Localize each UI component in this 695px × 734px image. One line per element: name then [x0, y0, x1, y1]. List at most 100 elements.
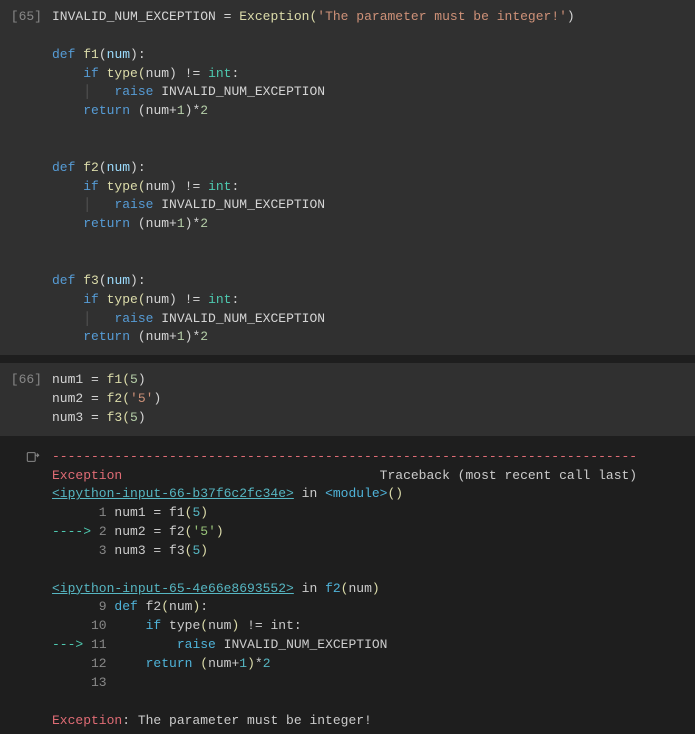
token [52, 311, 83, 326]
token: num [107, 273, 130, 288]
token: num [107, 47, 130, 62]
token [107, 618, 146, 633]
token: <module> [325, 486, 387, 501]
token: raise [114, 197, 161, 212]
token: Exception [52, 468, 122, 483]
token: ) [169, 292, 185, 307]
token: ---> [52, 637, 91, 652]
token [52, 66, 83, 81]
token: ( [200, 618, 208, 633]
token: ): [130, 273, 146, 288]
token: num [146, 216, 169, 231]
output-area: ----------------------------------------… [52, 448, 695, 731]
token: ( [99, 47, 107, 62]
token: num [146, 179, 169, 194]
token [107, 656, 146, 671]
token: : [231, 292, 239, 307]
token: ): [130, 47, 146, 62]
token: num [208, 618, 231, 633]
token: != [185, 179, 201, 194]
token: ( [200, 656, 208, 671]
token [52, 197, 83, 212]
cell-prompt: [65] [0, 8, 52, 347]
token: f3 [161, 543, 184, 558]
token: 1 [52, 505, 107, 520]
token: ----> [52, 524, 99, 539]
token: raise [177, 637, 216, 652]
token: 1 [239, 656, 247, 671]
token: int [208, 292, 231, 307]
token: ) [169, 179, 185, 194]
output-cell: ----------------------------------------… [0, 444, 695, 734]
token: * [255, 656, 263, 671]
code-cell-66: [66] num1 = f1(5) num2 = f2('5') num3 = … [0, 363, 695, 436]
token: f2 [138, 599, 161, 614]
token: ( [99, 273, 107, 288]
token: f1 [83, 47, 99, 62]
code-area[interactable]: INVALID_NUM_EXCEPTION = Exception('The p… [52, 8, 695, 347]
token: if [146, 618, 162, 633]
token: 2 [99, 524, 107, 539]
token: 1 [177, 329, 185, 344]
token: 9 [52, 599, 107, 614]
token: 1 [177, 103, 185, 118]
token: ) [138, 372, 146, 387]
token: num [169, 599, 192, 614]
token: <ipython-input-65-4e66e8693552> [52, 581, 294, 596]
token: 11 [91, 637, 107, 652]
token: 5 [130, 410, 138, 425]
token [52, 329, 83, 344]
token: if [83, 292, 106, 307]
token: = [91, 391, 99, 406]
token: ) [153, 391, 161, 406]
token: = [91, 372, 99, 387]
token: type( [107, 66, 146, 81]
token: return [83, 216, 138, 231]
token: '5' [130, 391, 153, 406]
token: <ipython-input-66-b37f6c2fc34e> [52, 486, 294, 501]
token: num2 [52, 391, 91, 406]
token: ( [161, 599, 169, 614]
token: 'The parameter must be integer!' [317, 9, 567, 24]
token: ----------------------------------------… [52, 449, 637, 464]
cell-prompt: [66] [0, 371, 52, 428]
token: raise [114, 311, 161, 326]
token: : [231, 66, 239, 81]
code-area[interactable]: num1 = f1(5) num2 = f2('5') num3 = f3(5) [52, 371, 695, 428]
token: ( [138, 103, 146, 118]
code-cell-65: [65] INVALID_NUM_EXCEPTION = Exception('… [0, 0, 695, 355]
token: num [146, 329, 169, 344]
token: ) [200, 505, 208, 520]
token: │ [83, 84, 114, 99]
token: Exception( [231, 9, 317, 24]
token: raise [114, 84, 161, 99]
token: 2 [200, 103, 208, 118]
token: != [185, 292, 201, 307]
token: f3 [83, 273, 99, 288]
token: type [161, 618, 200, 633]
token [239, 618, 247, 633]
token: type( [107, 179, 146, 194]
token: ( [99, 160, 107, 175]
token: != [247, 618, 263, 633]
token: = [91, 410, 99, 425]
token [52, 292, 83, 307]
token: ) [567, 9, 575, 24]
token: type( [107, 292, 146, 307]
token: () [387, 486, 403, 501]
token: ) [169, 66, 185, 81]
token: def [52, 273, 83, 288]
token: 5 [130, 372, 138, 387]
output-toggle-icon[interactable] [26, 450, 40, 731]
token: : The parameter must be integer! [122, 713, 372, 728]
token: Traceback (most recent call last) [122, 468, 637, 483]
token: num [146, 66, 169, 81]
token [52, 179, 83, 194]
token: f2 [83, 160, 99, 175]
token: 13 [52, 675, 107, 690]
token [52, 216, 83, 231]
token: f2 [325, 581, 341, 596]
token: '5' [192, 524, 215, 539]
token: in [294, 581, 325, 596]
token: num [146, 103, 169, 118]
